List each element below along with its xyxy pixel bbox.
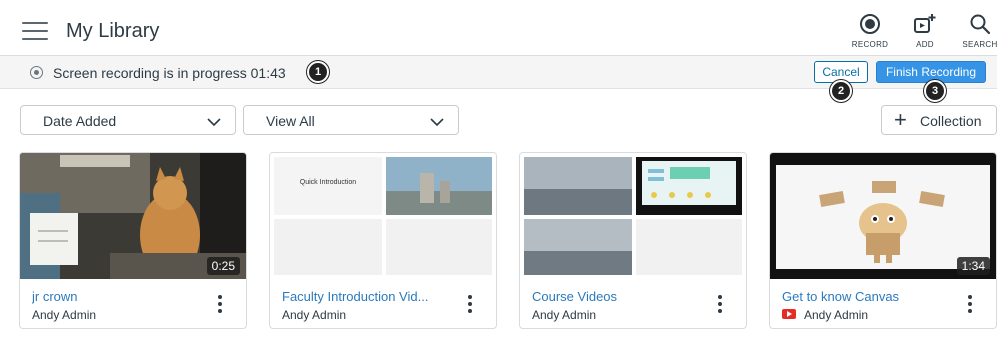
more-options-icon[interactable] [468,295,472,315]
card-author: Andy Admin [804,308,869,322]
video-duration: 0:25 [206,257,240,275]
app-header: My Library RECORD ADD SEARCH [0,0,997,56]
page-title: My Library [66,20,160,42]
card-author: Andy Admin [282,308,347,322]
media-card-faculty-introduction[interactable]: Quick Introduction Faculty Introduction … [269,152,497,329]
record-button[interactable]: RECORD [840,12,900,49]
callout-badge-3: 3 [924,80,946,102]
add-collection-button[interactable]: + Collection [881,105,997,135]
media-card-course-videos[interactable]: Course Videos Andy Admin [519,152,747,329]
callout-badge-1: 1 [307,61,329,83]
video-thumbnail: 1:34 [770,153,996,279]
more-options-icon[interactable] [218,295,222,315]
collection-thumbnail [520,153,746,279]
callout-badge-2: 2 [830,80,852,102]
search-button[interactable]: SEARCH [950,12,997,49]
sort-select-value: Date Added [43,113,117,129]
record-icon [840,12,900,36]
chevron-down-icon [430,114,444,132]
plus-icon: + [894,107,907,132]
media-card-jr-crown[interactable]: 0:25 jr crown Andy Admin [19,152,247,329]
chevron-down-icon [207,114,221,132]
youtube-icon [782,309,796,319]
more-options-icon[interactable] [718,295,722,315]
search-label: SEARCH [962,40,997,49]
video-duration: 1:34 [956,257,990,275]
view-select-value: View All [266,113,315,129]
card-author: Andy Admin [32,308,97,322]
add-button[interactable]: ADD [895,12,955,49]
recording-indicator-icon [30,66,43,79]
add-collection-label: Collection [920,113,982,129]
collection-thumbnail: Quick Introduction [270,153,496,279]
view-select[interactable]: View All [243,105,459,135]
card-title[interactable]: Get to know Canvas [782,289,899,304]
record-label: RECORD [851,40,889,49]
video-thumbnail: 0:25 [20,153,246,279]
card-title[interactable]: jr crown [32,289,78,304]
add-icon [895,12,955,36]
more-options-icon[interactable] [968,295,972,315]
card-title[interactable]: Faculty Introduction Vid... [282,289,428,304]
thumbnail-caption: Quick Introduction [299,179,357,186]
hamburger-menu-icon[interactable] [22,22,48,40]
sort-select[interactable]: Date Added [20,105,236,135]
recording-status-text: Screen recording is in progress 01:43 [53,65,286,81]
search-icon [950,12,997,36]
card-author: Andy Admin [532,308,597,322]
card-title[interactable]: Course Videos [532,289,617,304]
add-label: ADD [916,40,934,49]
media-card-get-to-know-canvas[interactable]: 1:34 Get to know Canvas Andy Admin [769,152,997,329]
